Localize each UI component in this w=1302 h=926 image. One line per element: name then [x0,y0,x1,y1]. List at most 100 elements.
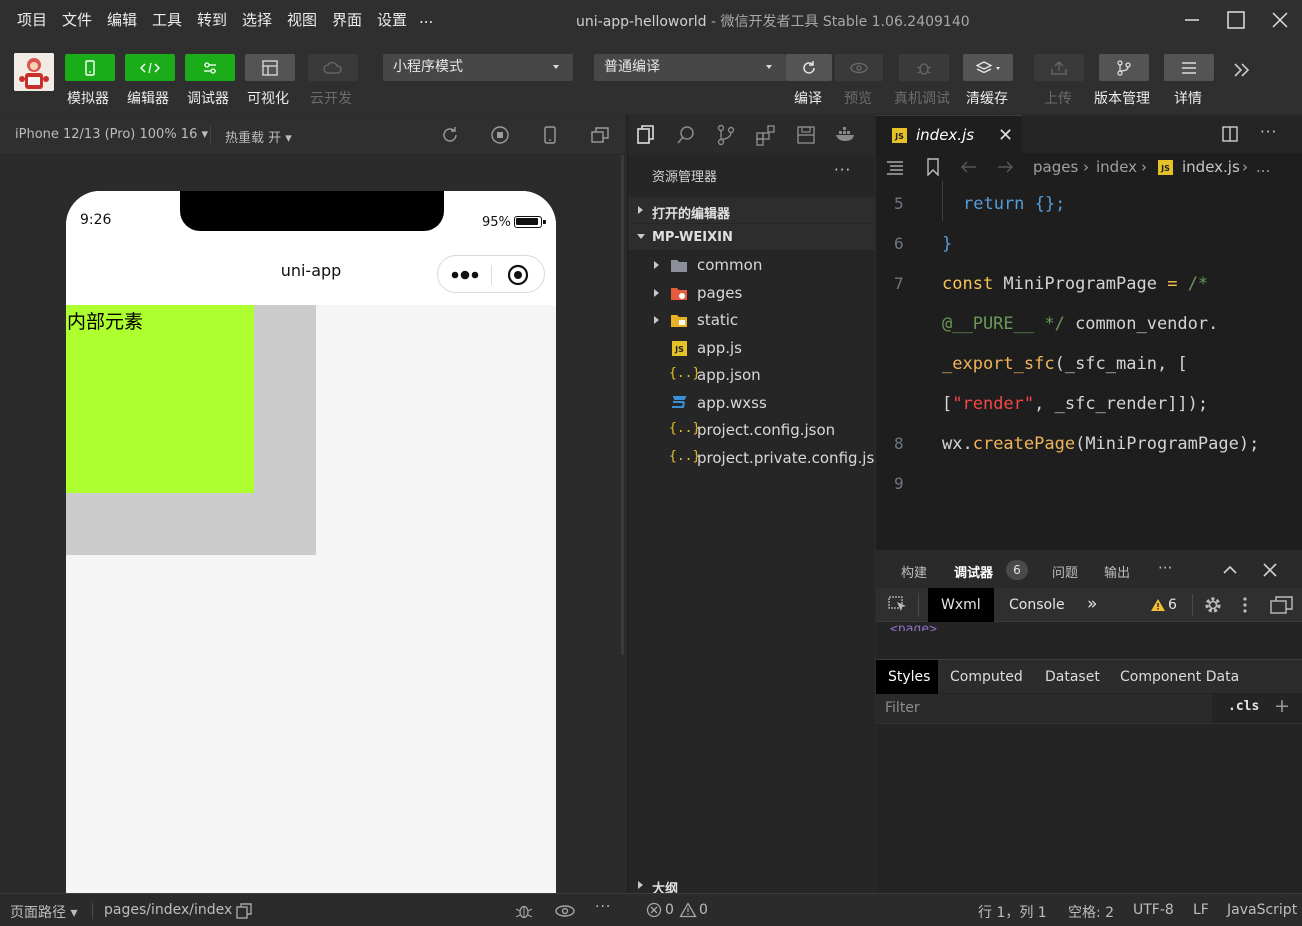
real-debug-button[interactable] [899,54,949,81]
tab-dataset[interactable]: Dataset [1045,669,1100,685]
compile-button[interactable] [786,54,832,81]
menu-goto[interactable]: 转到 [197,9,227,30]
chevron-up-icon[interactable] [1222,564,1238,576]
minimize-icon[interactable] [1178,6,1206,34]
more-dots-icon[interactable] [450,268,480,282]
double-chevron-right-icon[interactable] [1232,60,1252,80]
back-arrow-icon[interactable] [960,159,978,175]
more-icon[interactable]: ··· [1158,559,1172,577]
search-icon[interactable] [674,123,698,147]
menu-file[interactable]: 文件 [62,9,92,30]
warning-count-status[interactable]: 0 [699,902,708,918]
menu-edit[interactable]: 编辑 [107,9,137,30]
tree-file-app-js[interactable]: JS app.js [628,335,876,361]
project-section[interactable]: MP-WEIXIN [628,224,876,250]
inspect-element-icon[interactable] [888,596,908,614]
mode-select[interactable]: 小程序模式 [383,54,573,81]
debugger-button[interactable] [185,54,235,81]
wxml-page-node[interactable]: <page> [890,622,937,631]
hot-reload-toggle[interactable]: 热重载 开 ▾ [225,127,292,146]
encoding[interactable]: UTF-8 [1133,902,1174,918]
compile-mode-select[interactable]: 普通编译 [594,54,786,81]
dock-icon[interactable] [1270,595,1294,615]
menu-select[interactable]: 选择 [242,9,272,30]
simulator-button[interactable] [65,54,115,81]
open-editors-section[interactable]: 打开的编辑器 [628,197,876,223]
warning-count[interactable]: 6 [1168,597,1177,613]
device-select[interactable]: iPhone 12/13 (Pro) 100% 16 ▾ [15,127,208,142]
popout-icon[interactable] [590,125,610,145]
code-area[interactable]: 5 return {}; 6 } 7 const MiniProgramPage… [876,181,1302,550]
cloud-button[interactable] [308,54,358,81]
tab-wxml[interactable]: Wxml [928,588,994,622]
line-ending[interactable]: LF [1193,902,1209,918]
tab-index-js[interactable]: JS index.js ✕ [876,115,1022,153]
more-tabs-icon[interactable]: » [1087,594,1097,614]
menu-view[interactable]: 视图 [287,9,317,30]
copy-icon[interactable] [235,902,253,920]
close-capsule-icon[interactable] [507,264,529,286]
eye-icon[interactable] [554,902,576,920]
menu-settings[interactable]: 设置 [377,9,407,30]
preview-button[interactable] [835,54,883,81]
tab-build[interactable]: 构建 [901,562,927,581]
bookmark-icon[interactable] [926,158,940,177]
error-count[interactable]: 0 [665,902,674,918]
indentation[interactable]: 空格: 2 [1068,902,1114,922]
add-rule-button[interactable]: + [1274,695,1290,717]
maximize-icon[interactable] [1222,6,1250,34]
breadcrumb-file[interactable]: index.js [1182,158,1240,176]
files-icon[interactable] [634,123,658,147]
cursor-position[interactable]: 行 1，列 1 [978,902,1047,922]
menu-project[interactable]: 项目 [17,9,47,30]
menu-interface[interactable]: 界面 [332,9,362,30]
close-panel-icon[interactable] [1263,563,1277,577]
close-icon[interactable]: ✕ [998,125,1013,146]
tab-output[interactable]: 输出 [1104,562,1130,581]
visual-button[interactable] [245,54,295,81]
menu-more[interactable]: ... [419,9,433,27]
breadcrumb-pages[interactable]: pages [1033,158,1078,176]
tab-component-data[interactable]: Component Data [1120,669,1239,685]
tab-debugger[interactable]: 调试器 [954,562,993,581]
breadcrumb-index[interactable]: index [1096,158,1137,176]
tree-folder-pages[interactable]: pages [628,280,876,306]
version-button[interactable] [1099,54,1149,81]
phone-icon[interactable] [540,125,560,145]
refresh-icon[interactable] [440,125,460,145]
list-icon[interactable] [886,159,904,175]
tree-folder-common[interactable]: common [628,252,876,278]
upload-button[interactable] [1034,54,1084,81]
storage-icon[interactable] [794,123,818,147]
forward-arrow-icon[interactable] [996,159,1014,175]
page-path-label[interactable]: 页面路径 ▾ [10,902,77,922]
tab-computed[interactable]: Computed [950,669,1023,685]
tab-styles[interactable]: Styles [876,660,938,694]
close-window-icon[interactable] [1266,6,1294,34]
split-editor-icon[interactable] [1221,126,1239,142]
capsule-menu[interactable] [437,255,545,293]
tree-file-project-config[interactable]: {..} project.config.json [628,417,876,443]
extensions-icon[interactable] [754,123,778,147]
more-icon[interactable]: ··· [1260,123,1277,141]
tab-console[interactable]: Console [1009,597,1065,613]
avatar[interactable] [14,53,54,91]
language-mode[interactable]: JavaScript [1227,902,1297,918]
tree-file-project-private-config[interactable]: {..} project.private.config.js... [628,445,889,471]
tab-problems[interactable]: 问题 [1052,562,1078,581]
menu-tools[interactable]: 工具 [152,9,182,30]
tree-file-app-wxss[interactable]: app.wxss [628,390,876,416]
bug-icon[interactable] [514,902,533,920]
stop-icon[interactable] [490,125,510,145]
editor-button[interactable] [125,54,175,81]
tree-folder-static[interactable]: static [628,307,876,333]
breadcrumb-more[interactable]: ... [1256,158,1270,176]
clear-cache-button[interactable] [963,54,1013,81]
details-button[interactable] [1164,54,1214,81]
filter-input[interactable]: Filter [876,694,1212,723]
cls-button[interactable]: .cls [1228,699,1259,714]
kebab-menu-icon[interactable] [1242,595,1248,615]
more-icon[interactable]: ··· [595,899,611,915]
source-control-icon[interactable] [714,123,738,147]
tree-file-app-json[interactable]: {..} app.json [628,362,876,388]
